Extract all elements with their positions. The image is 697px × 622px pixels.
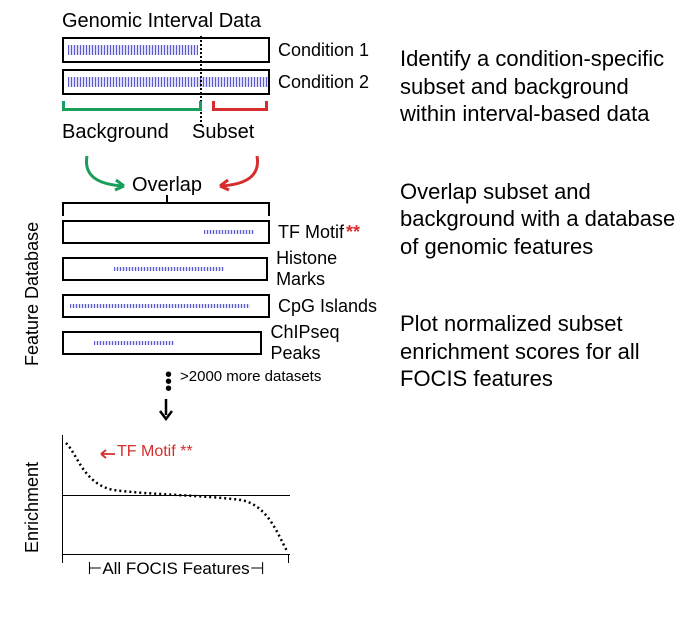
chipseq-label: ChIPseq Peaks [270,322,390,364]
cpg-box [62,294,270,318]
description-step1: Identify a condition-specific subset and… [400,45,677,128]
tf-motif-star: ** [346,222,360,242]
more-datasets-text: >2000 more datasets [180,368,321,385]
condition1-track: Condition 1 [62,37,390,63]
histone-track: Histone Marks [62,248,390,290]
vertical-dots: ••• [62,368,172,393]
overlap-label: Overlap [132,174,202,197]
description-step2: Overlap subset and background with a dat… [400,178,677,261]
tf-motif-label: TF Motif** [278,222,360,243]
condition2-track: Condition 2 [62,69,390,95]
subset-bracket [212,101,268,111]
chipseq-track: ChIPseq Peaks [62,322,390,364]
background-label: Background [62,121,192,144]
genomic-interval-title: Genomic Interval Data [62,10,390,33]
subset-arrow [202,154,262,194]
enrichment-plot: TF Motif ** [62,435,290,555]
chipseq-box [62,331,262,355]
tf-motif-track: TF Motif** [62,220,390,244]
condition1-peaks [68,45,198,55]
condition1-box [62,37,270,63]
condition2-label: Condition 2 [278,72,369,93]
tf-annotation-arrow [99,449,115,459]
condition1-label: Condition 1 [278,40,369,61]
enrichment-xlabel: ⊢All FOCIS Features⊣ [62,559,290,579]
histone-peaks [114,267,224,271]
cpg-peaks [70,304,250,308]
tf-motif-box [62,220,270,244]
chipseq-peaks [94,341,174,345]
background-bracket [62,101,202,111]
condition2-peaks [68,77,268,87]
tf-annotation-text: TF Motif ** [117,443,193,461]
enrichment-ylabel: Enrichment [22,462,43,553]
histone-box [62,257,268,281]
background-subset-brackets [62,101,270,121]
condition2-box [62,69,270,95]
down-arrow-icon [62,399,270,421]
cpg-label: CpG Islands [278,296,377,317]
cpg-track: CpG Islands [62,294,390,318]
histone-label: Histone Marks [276,248,390,290]
description-step3: Plot normalized subset enrichment scores… [400,310,677,393]
feature-database-axis-label: Feature Database [22,222,43,366]
feature-db-bracket [62,202,270,216]
tf-motif-peaks [204,230,254,234]
